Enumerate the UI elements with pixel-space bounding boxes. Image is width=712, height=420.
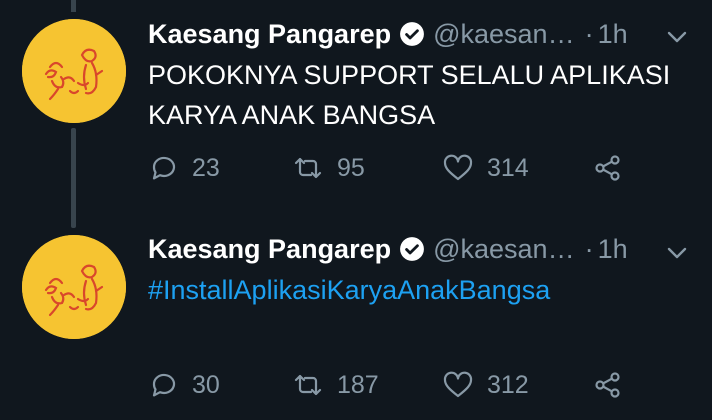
like-count: 312	[487, 370, 529, 399]
share-button[interactable]	[593, 370, 623, 400]
verified-badge-icon	[399, 236, 425, 262]
like-count: 314	[487, 153, 529, 182]
hashtag-link[interactable]: #InstallAplikasiKaryaAnakBangsa	[148, 270, 693, 310]
tweet-header: Kaesang Pangarep @kaesan… · 1h	[148, 14, 628, 54]
retweet-button[interactable]: 187	[293, 370, 443, 400]
tweet[interactable]: Kaesang Pangarep @kaesan… · 1h POKOKNYA …	[0, 0, 712, 215]
avatar[interactable]	[22, 19, 126, 123]
author-handle[interactable]: @kaesan…	[433, 19, 574, 50]
author-name[interactable]: Kaesang Pangarep	[148, 234, 391, 265]
reply-button[interactable]: 30	[148, 370, 293, 400]
retweet-count: 95	[337, 153, 365, 182]
tweet-actions: 23 95 314	[148, 148, 623, 188]
timestamp[interactable]: 1h	[598, 234, 628, 265]
chevron-down-icon[interactable]	[666, 26, 688, 48]
reply-count: 30	[192, 370, 220, 399]
share-icon	[595, 155, 620, 181]
tweet-text: POKOKNYA SUPPORT SELALU APLIKASI KARYA A…	[148, 60, 671, 130]
reply-button[interactable]: 23	[148, 153, 293, 183]
reply-count: 23	[192, 153, 220, 182]
retweet-icon	[294, 157, 322, 179]
share-button[interactable]	[593, 153, 623, 183]
avatar-illustration	[22, 19, 126, 123]
timestamp[interactable]: 1h	[598, 19, 628, 50]
tweet-actions: 30 187 312	[148, 365, 623, 405]
author-name[interactable]: Kaesang Pangarep	[148, 19, 391, 50]
retweet-button[interactable]: 95	[293, 153, 443, 183]
like-button[interactable]: 312	[443, 370, 593, 400]
tweet[interactable]: Kaesang Pangarep @kaesan… · 1h #InstallA…	[0, 215, 712, 420]
separator-dot: ·	[584, 18, 594, 49]
verified-badge-icon	[399, 21, 425, 47]
separator-dot: ·	[584, 233, 594, 264]
author-handle[interactable]: @kaesan…	[433, 234, 574, 265]
retweet-count: 187	[337, 370, 379, 399]
heart-icon	[443, 154, 473, 181]
reply-icon	[152, 373, 176, 397]
share-icon	[595, 372, 620, 398]
avatar-illustration	[22, 235, 126, 339]
avatar[interactable]	[22, 235, 126, 339]
reply-icon	[152, 156, 176, 180]
retweet-icon	[294, 374, 322, 396]
chevron-down-icon[interactable]	[666, 242, 688, 264]
heart-icon	[443, 371, 473, 398]
like-button[interactable]: 314	[443, 153, 593, 183]
tweet-header: Kaesang Pangarep @kaesan… · 1h	[148, 229, 628, 269]
